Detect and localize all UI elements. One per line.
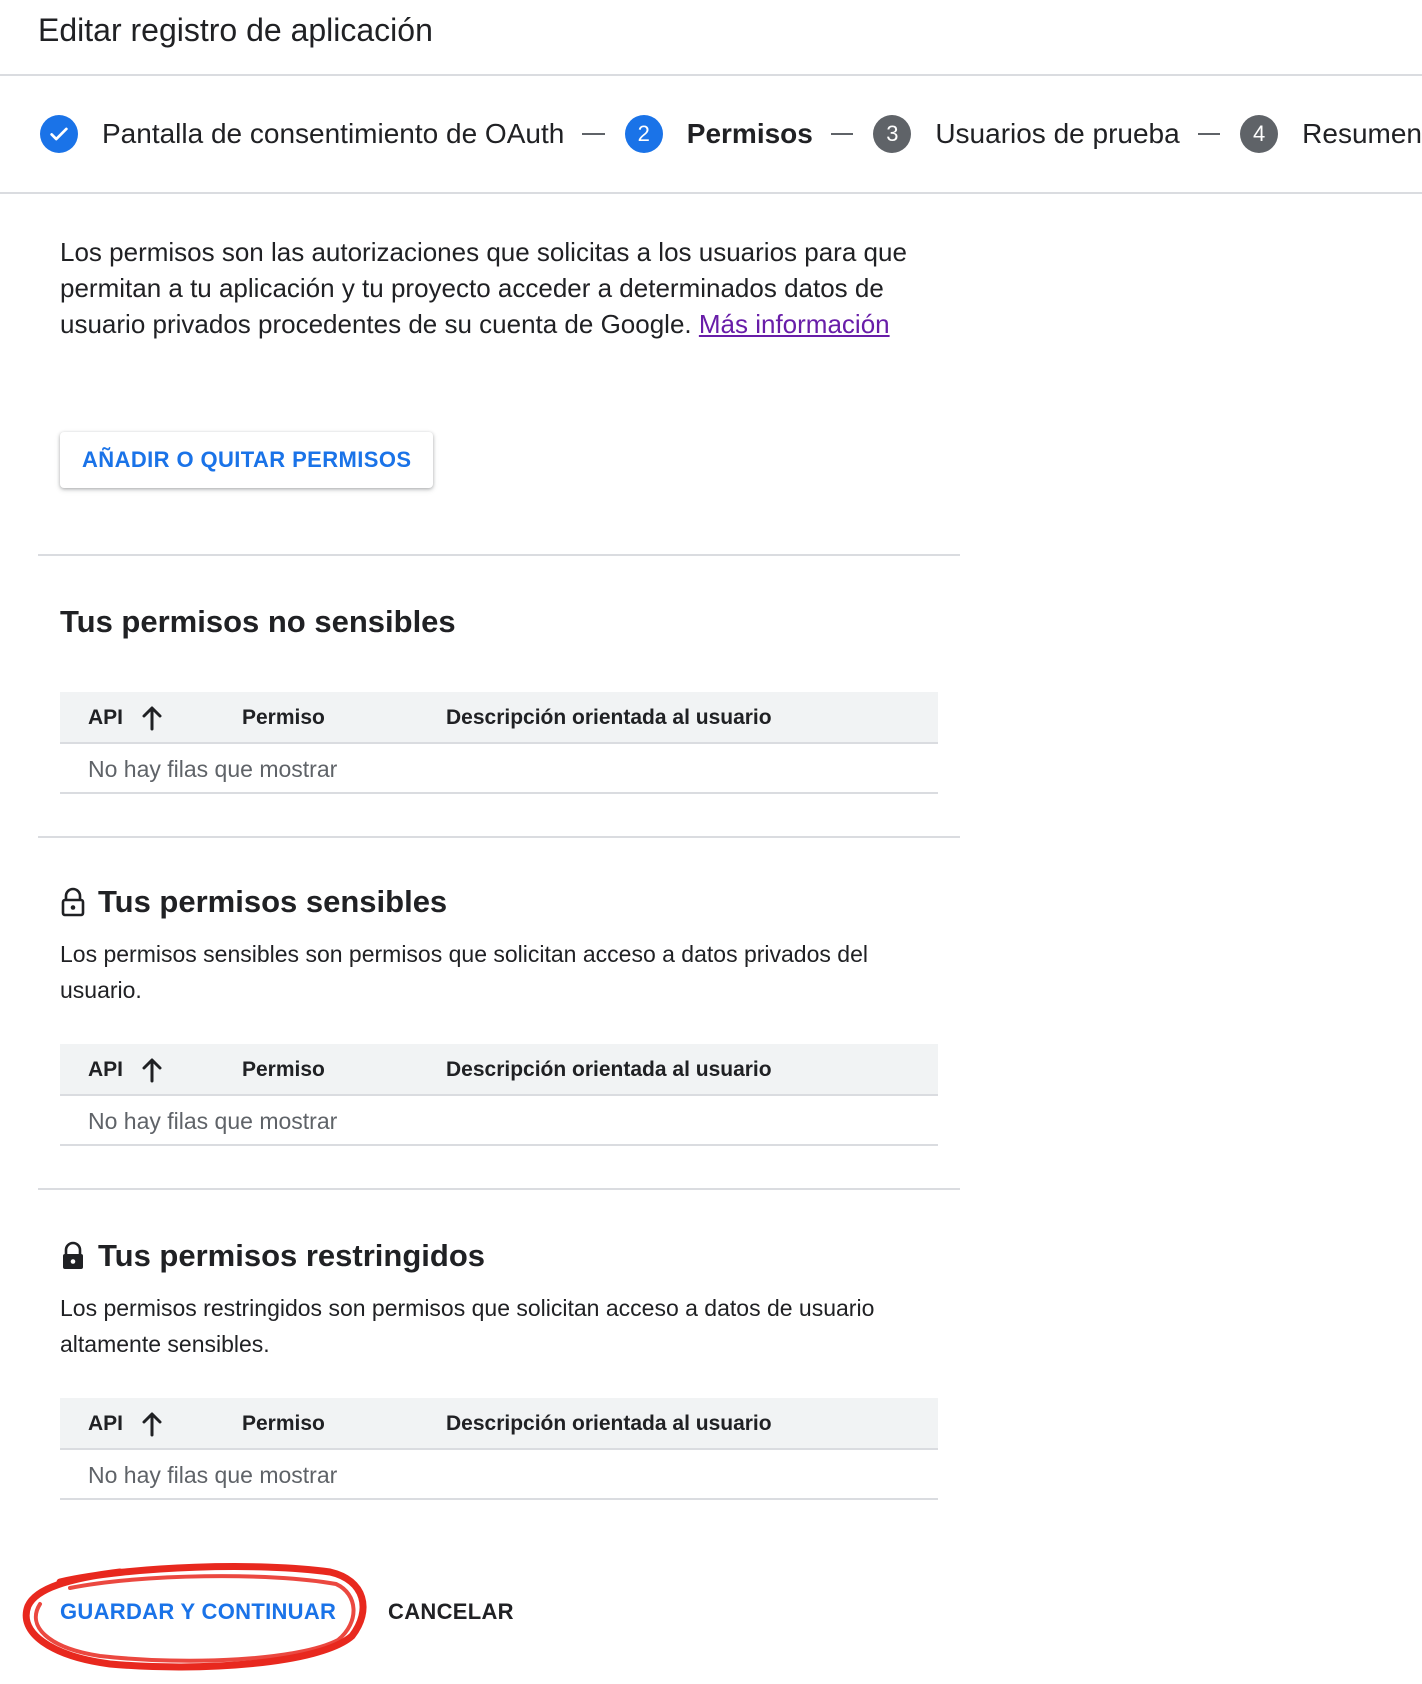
page-header: Editar registro de aplicación [0,0,1422,76]
step-number-badge: 3 [873,115,912,153]
step-label: Usuarios de prueba [935,118,1180,149]
step-oauth-consent[interactable]: Pantalla de consentimiento de OAuth [40,115,564,153]
step-usuarios-prueba[interactable]: 3 Usuarios de prueba [873,115,1180,153]
section-divider [38,554,960,556]
step-number-badge: 2 [624,115,663,153]
check-circle-icon [40,115,78,153]
section-title-text: Tus permisos no sensibles [60,604,456,639]
step-number-badge: 4 [1240,115,1279,153]
sensitive-section-description: Los permisos sensibles son permisos que … [60,941,868,1003]
column-permiso[interactable]: Permiso [242,692,325,744]
save-and-continue-button[interactable]: GUARDAR Y CONTINUAR [44,1586,352,1638]
table-header: API Permiso Descripción orientada al usu… [60,692,938,744]
step-label: Permisos [686,118,813,149]
step-permisos[interactable]: 2 Permisos [624,115,813,153]
column-description[interactable]: Descripción orientada al usuario [446,1044,772,1096]
column-description[interactable]: Descripción orientada al usuario [446,1398,772,1450]
arrow-up-icon [141,1057,163,1083]
lock-open-icon [60,887,86,917]
section-divider [38,836,960,838]
step-separator [830,133,854,135]
app-registration-page: Editar registro de aplicación Pantalla d… [0,0,1422,1684]
step-label: Pantalla de consentimiento de OAuth [102,118,565,149]
step-resumen[interactable]: 4 Resumen [1240,115,1422,153]
arrow-up-icon [141,705,163,731]
lock-icon [60,1241,86,1271]
add-remove-permissions-button[interactable]: AÑADIR O QUITAR PERMISOS [60,432,434,488]
table-header: API Permiso Descripción orientada al usu… [60,1044,938,1096]
step-separator [1197,133,1221,135]
non-sensitive-table: API Permiso Descripción orientada al usu… [60,692,938,794]
restricted-table: API Permiso Descripción orientada al usu… [60,1398,938,1500]
column-label: API [88,706,124,729]
stepper: Pantalla de consentimiento de OAuth 2 Pe… [0,76,1422,194]
column-api[interactable]: API [88,1044,163,1096]
table-body: No hay filas que mostrar [60,744,938,794]
step-separator [582,133,605,135]
column-label: API [88,1412,124,1435]
column-permiso[interactable]: Permiso [242,1044,325,1096]
restricted-section-description: Los permisos restringidos son permisos q… [60,1295,875,1357]
section-title-text: Tus permisos restringidos [98,1238,486,1273]
table-body: No hay filas que mostrar [60,1450,938,1500]
sensitive-section-title: Tus permisos sensibles [60,884,447,920]
table-body: No hay filas que mostrar [60,1096,938,1146]
table-header: API Permiso Descripción orientada al usu… [60,1398,938,1450]
restricted-section-title: Tus permisos restringidos [60,1238,485,1274]
column-api[interactable]: API [88,692,163,744]
empty-rows-message: No hay filas que mostrar [88,1461,338,1488]
step-label: Resumen [1302,118,1422,149]
cancel-button[interactable]: CANCELAR [372,1586,530,1638]
learn-more-link[interactable]: Más información [699,309,890,339]
column-permiso[interactable]: Permiso [242,1398,325,1450]
empty-rows-message: No hay filas que mostrar [88,755,338,782]
column-label: API [88,1058,124,1081]
section-divider [38,1188,960,1190]
empty-rows-message: No hay filas que mostrar [88,1107,338,1134]
page-title: Editar registro de aplicación [38,12,433,48]
sensitive-table: API Permiso Descripción orientada al usu… [60,1044,938,1146]
arrow-up-icon [141,1411,163,1437]
column-api[interactable]: API [88,1398,163,1450]
column-description[interactable]: Descripción orientada al usuario [446,692,772,744]
non-sensitive-section-title: Tus permisos no sensibles [60,604,456,640]
section-title-text: Tus permisos sensibles [98,884,448,919]
intro-text: Los permisos son las autorizaciones que … [60,234,950,342]
